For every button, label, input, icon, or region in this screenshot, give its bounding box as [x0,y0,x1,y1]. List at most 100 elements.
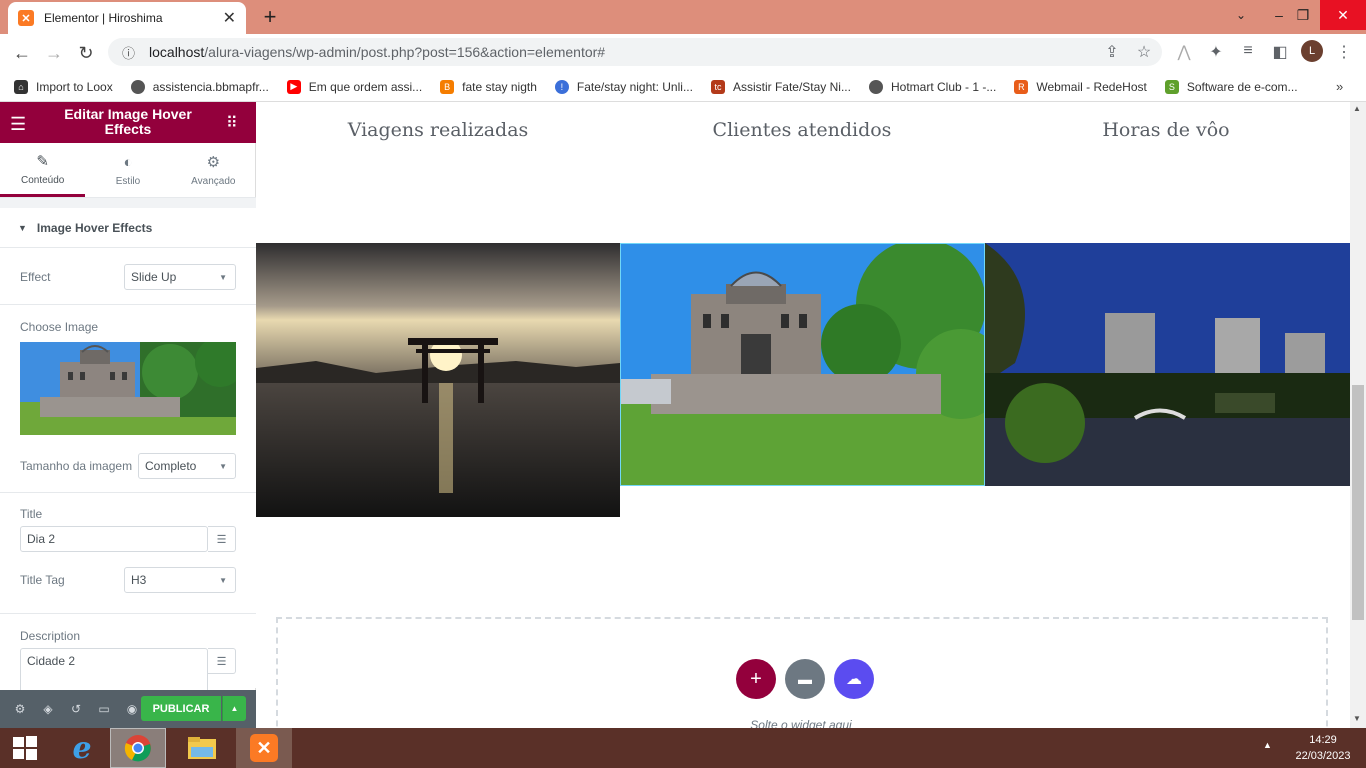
file-explorer-icon[interactable] [174,728,230,768]
close-tab-icon[interactable]: ✕ [223,8,236,28]
ai-assistant-icon[interactable]: ☁ [834,659,874,699]
extension-a-icon[interactable]: ⋀ [1173,42,1195,62]
stat-heading: Horas de vôo [1102,119,1230,141]
image-size-select[interactable]: Completo ▼ [138,453,236,479]
history-icon[interactable]: ↺ [62,702,90,716]
bookmark-label: assistencia.bbmapfr... [152,79,269,94]
chrome-taskbar-icon[interactable] [110,728,166,768]
bookmark-label: Software de e-com... [1186,79,1298,94]
description-label: Description [20,629,81,643]
globe-icon [868,79,883,94]
dynamic-tags-icon[interactable]: ☰ [208,526,236,552]
more-bookmarks-icon[interactable]: » [1336,79,1343,94]
choose-image-label: Choose Image [20,320,99,334]
choose-image-control: Choose Image Tamanho da imagem Completo … [0,305,256,493]
add-template-folder-icon[interactable]: ▬ [785,659,825,699]
new-tab-icon[interactable]: + [258,4,282,30]
dome-thumbnail [20,342,236,435]
bookmark-label: Fate/stay night: Unli... [576,79,693,94]
torii-gate-image [256,243,620,517]
shopify-icon: S [1164,79,1179,94]
stat-heading: Viagens realizadas [347,119,529,141]
browser-menu-icon[interactable]: ⋮ [1333,42,1355,62]
publish-options-icon[interactable]: ▲ [222,696,246,721]
section-toggle[interactable]: ▼ Image Hover Effects [0,208,256,248]
image-torii-sunset[interactable] [256,243,620,517]
scrollbar-thumb[interactable] [1352,385,1364,620]
system-tray-chevron-icon[interactable]: ▲ [1263,740,1272,750]
anime-site-icon: tc [710,79,725,94]
fate-site-icon: ! [554,79,569,94]
bookmark-item[interactable]: Hotmart Club - 1 -... [868,79,996,94]
bookmarks-bar: ⌂ Import to Loox assistencia.bbmapfr... ▶… [0,72,1366,102]
title-label: Title [20,507,43,521]
address-bar[interactable]: ⓘ localhost/alura-viagens/wp-admin/post.… [108,38,1162,66]
tab-label: Estilo [115,175,141,187]
half-circle-icon: ◐ [123,153,133,171]
bookmark-star-icon[interactable]: ☆ [1133,42,1155,62]
navigator-layers-icon[interactable]: ◈ [34,702,62,716]
site-info-icon[interactable]: ⓘ [122,43,135,62]
panel-tabs: ✎ Conteúdo ◐ Estilo ⚙ Avançado [0,143,256,198]
side-panel-icon[interactable]: ◧ [1269,42,1291,62]
windows-start-icon[interactable] [0,728,50,768]
scroll-up-icon[interactable]: ▲ [1353,104,1361,113]
responsive-mode-icon[interactable]: ▭ [90,702,118,716]
panel-spacer [0,198,256,208]
tab-advanced[interactable]: ⚙ Avançado [171,143,256,197]
image-preview[interactable] [20,342,236,435]
back-icon[interactable]: ← [6,43,38,64]
settings-icon[interactable]: ⚙ [6,702,34,716]
image-size-value: Completo [145,459,197,473]
hamburger-menu-icon[interactable]: ☰ [10,114,26,135]
add-section-button[interactable]: + [736,659,776,699]
window-close-icon[interactable]: ✕ [1320,0,1366,30]
xampp-taskbar-icon[interactable]: ✕ [236,728,292,768]
bookmark-item[interactable]: ! Fate/stay night: Unli... [554,79,693,94]
image-atomic-dome[interactable] [620,239,1006,486]
publish-button[interactable]: PUBLICAR [141,696,221,721]
bookmark-item[interactable]: R Webmail - RedeHost [1014,79,1147,94]
reload-icon[interactable]: ↻ [70,43,102,64]
title-value: Dia 2 [27,532,56,546]
tab-content[interactable]: ✎ Conteúdo [0,143,86,197]
atomic-dome-image [621,239,1006,485]
internet-explorer-icon[interactable]: e [54,728,110,768]
scroll-down-icon[interactable]: ▼ [1353,714,1361,723]
title-control: Title Dia 2 ☰ Title Tag H3 ▼ [0,493,256,614]
bookmark-item[interactable]: tc Assistir Fate/Stay Ni... [710,79,851,94]
title-tag-select[interactable]: H3 ▼ [124,567,236,593]
browser-tab[interactable]: ✕ Elementor | Hiroshima ✕ [8,2,246,34]
tab-label: Avançado [191,176,236,187]
widgets-grid-icon[interactable]: ⠿ [226,113,238,133]
system-clock[interactable]: 14:29 22/03/2023 [1290,732,1356,764]
globe-icon [130,79,145,94]
bookmark-item[interactable]: ⌂ Import to Loox [14,79,113,94]
section-title: Image Hover Effects [36,220,153,235]
chevron-down-icon: ▼ [219,575,227,585]
media-queue-icon[interactable]: ≡ [1237,42,1259,60]
bookmark-item[interactable]: assistencia.bbmapfr... [130,79,269,94]
blogger-icon: B [440,79,455,94]
tab-style[interactable]: ◐ Estilo [85,143,170,197]
extensions-puzzle-icon[interactable]: ✦ [1205,42,1227,62]
clock-date: 22/03/2023 [1295,750,1351,762]
dynamic-tags-icon[interactable]: ☰ [208,648,236,674]
title-tag-value: H3 [131,573,147,587]
forward-icon[interactable]: → [38,43,70,64]
bookmark-item[interactable]: ▶ Em que ordem assi... [286,79,422,94]
panel-footer: ⚙ ◈ ↺ ▭ ◉ PUBLICAR ▲ [0,690,256,728]
elementor-panel: ☰ Editar Image Hover Effects ⠿ ✎ Conteúd… [0,102,256,728]
bookmark-item[interactable]: Bfate stay nigth [440,79,537,94]
drop-widget-text: Solte o widget aqui [750,718,852,728]
share-icon[interactable]: ⇪ [1101,42,1123,62]
bookmark-label: Webmail - RedeHost [1036,79,1147,94]
garden-image [985,243,1350,486]
bookmark-item[interactable]: S Software de e-com... [1164,79,1298,94]
tab-title: Elementor | Hiroshima [44,11,163,25]
effect-select[interactable]: Slide Up ▼ [124,264,236,290]
image-shukkeien-garden[interactable] [985,243,1350,486]
profile-avatar[interactable]: L [1301,40,1323,62]
title-input[interactable]: Dia 2 [20,526,208,552]
redehost-icon: R [1014,79,1029,94]
